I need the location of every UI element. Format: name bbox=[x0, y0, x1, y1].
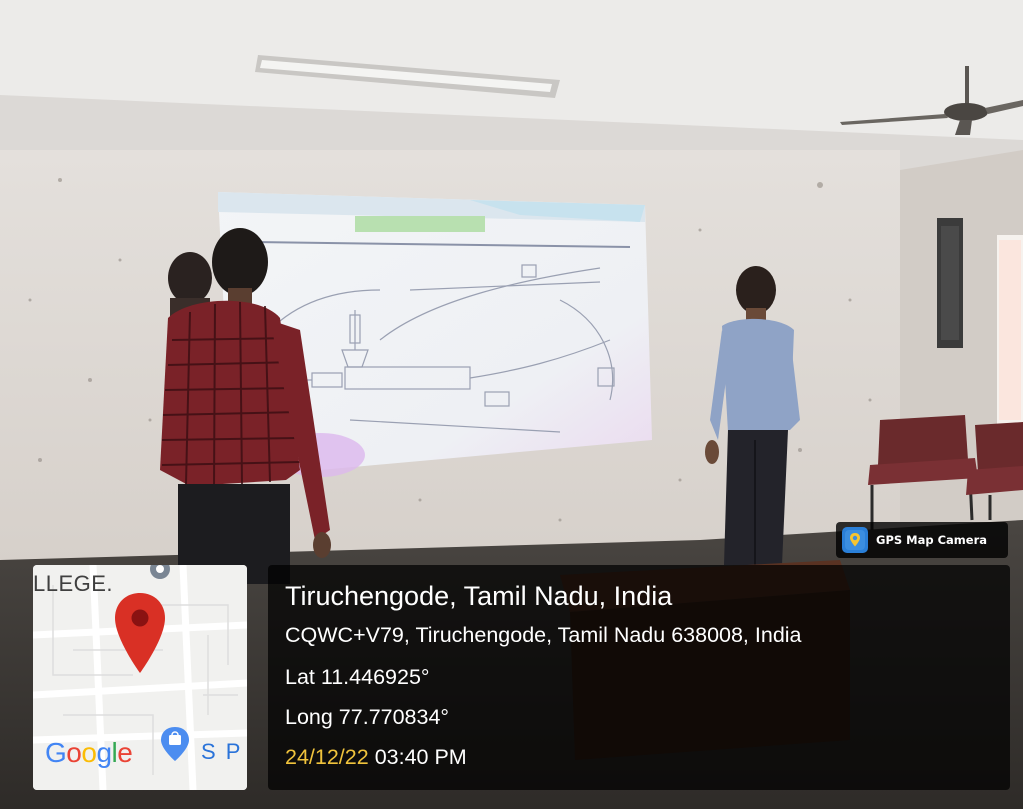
location-address: CQWC+V79, Tiruchengode, Tamil Nadu 63800… bbox=[285, 623, 802, 647]
map-pin-app-icon bbox=[842, 527, 868, 553]
timestamp: 24/12/22 03:40 PM bbox=[285, 745, 467, 770]
google-letter: e bbox=[117, 737, 133, 768]
gps-map-camera-badge: GPS Map Camera bbox=[836, 522, 1008, 558]
location-info-panel: Tiruchengode, Tamil Nadu, India CQWC+V79… bbox=[268, 565, 1010, 790]
map-shop-label: S P bbox=[201, 739, 243, 764]
google-letter: o bbox=[66, 737, 82, 768]
time: 03:40 PM bbox=[374, 745, 467, 769]
google-letter: o bbox=[81, 737, 97, 768]
google-logo: Google bbox=[45, 737, 133, 769]
date: 24/12/22 bbox=[285, 745, 369, 769]
mini-map[interactable]: LLEGE. Google S P bbox=[33, 565, 247, 790]
longitude: Long 77.770834° bbox=[285, 705, 450, 729]
location-pin-icon bbox=[115, 593, 165, 673]
map-place-label: LLEGE. bbox=[33, 571, 114, 596]
location-title: Tiruchengode, Tamil Nadu, India bbox=[285, 581, 673, 611]
google-letter: G bbox=[45, 737, 67, 768]
badge-label: GPS Map Camera bbox=[876, 533, 988, 547]
google-letter: g bbox=[96, 737, 112, 768]
latitude: Lat 11.446925° bbox=[285, 665, 430, 689]
photo-stage: GPS Map Camera LLEGE. Google S P Tiruche… bbox=[0, 0, 1023, 809]
